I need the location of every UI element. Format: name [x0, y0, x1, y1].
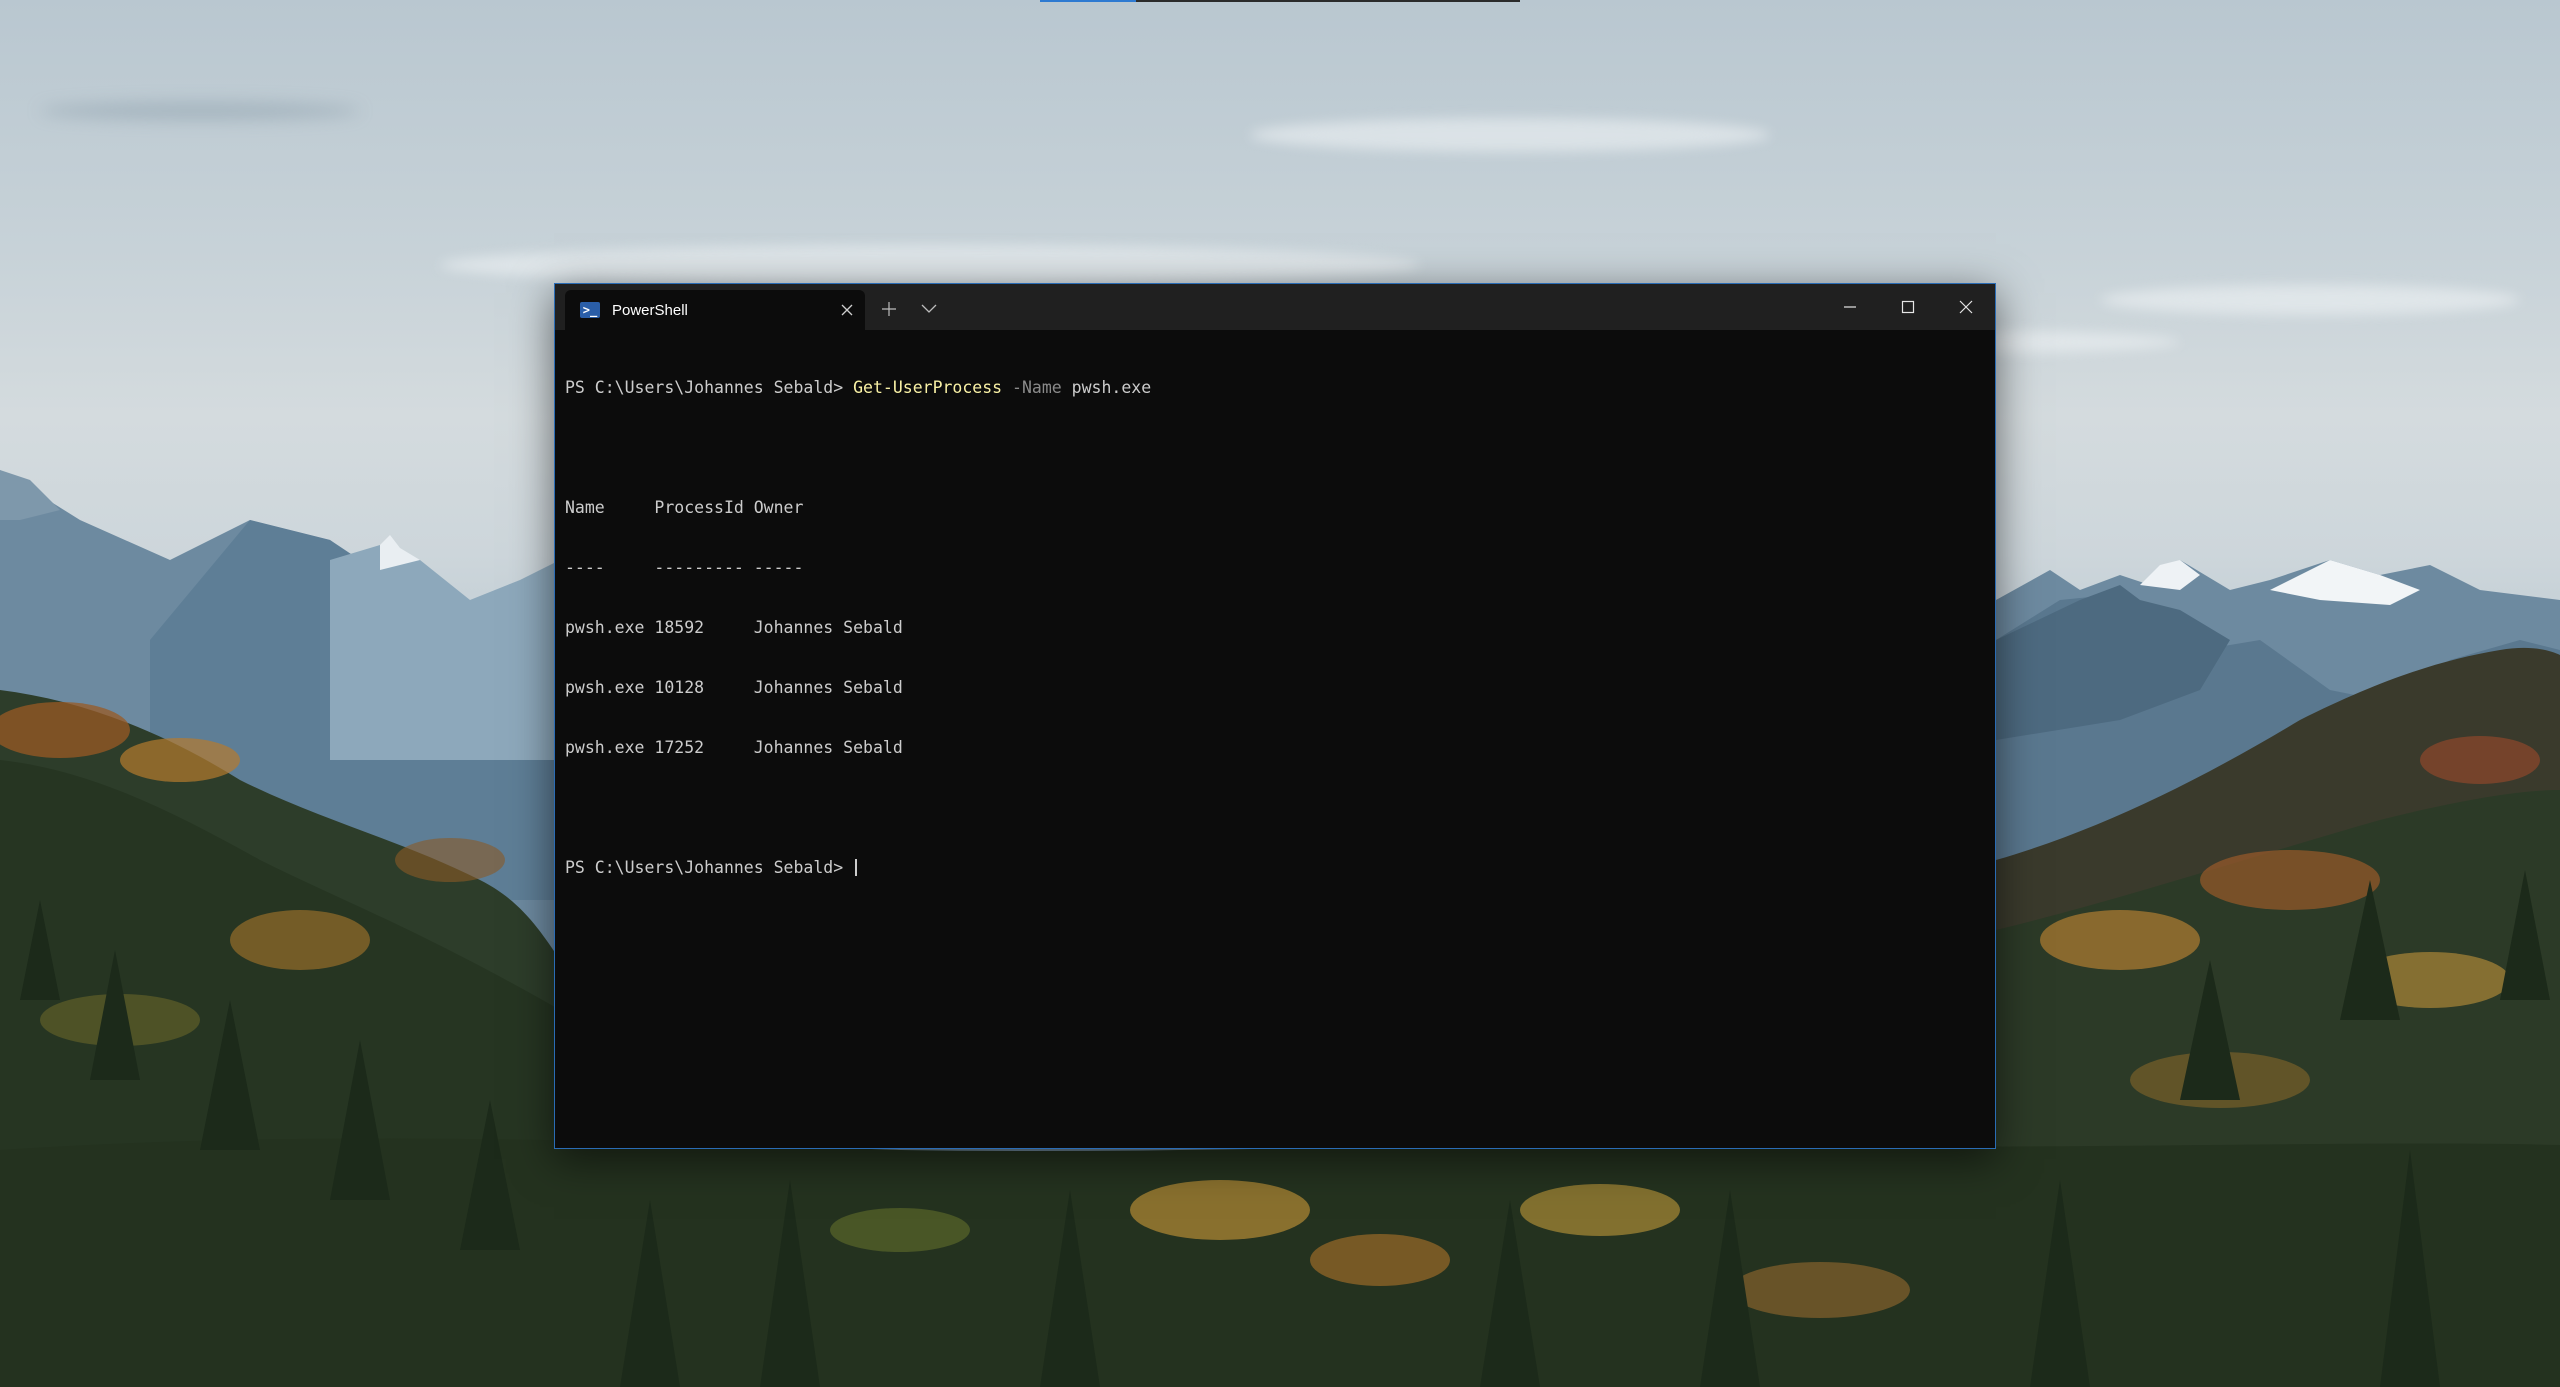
tab-close-button[interactable]: [835, 298, 859, 322]
taskbar-accent: [1040, 0, 1136, 2]
chevron-down-icon: [921, 304, 937, 313]
tab-title: PowerShell: [612, 301, 688, 319]
table-header: Name ProcessId Owner: [565, 498, 804, 517]
powershell-icon: >_: [580, 302, 600, 318]
command-line: PS C:\Users\Johannes Sebald> Get-UserPro…: [565, 378, 1985, 398]
new-tab-button[interactable]: [871, 294, 907, 324]
tab-dropdown-button[interactable]: [911, 294, 947, 324]
close-window-button[interactable]: [1937, 284, 1995, 330]
table-row: pwsh.exe 18592 Johannes Sebald: [565, 618, 903, 637]
prompt: PS C:\Users\Johannes Sebald>: [565, 378, 854, 397]
console-output[interactable]: PS C:\Users\Johannes Sebald> Get-UserPro…: [565, 338, 1985, 1138]
command-value: pwsh.exe: [1071, 378, 1152, 397]
command-parameter: -Name: [1012, 378, 1062, 397]
close-icon: [1959, 300, 1973, 314]
table-row: pwsh.exe 10128 Johannes Sebald: [565, 678, 903, 697]
minimize-button[interactable]: [1821, 284, 1879, 330]
prompt: PS C:\Users\Johannes Sebald>: [565, 858, 854, 877]
table-row: pwsh.exe 17252 Johannes Sebald: [565, 738, 903, 757]
plus-icon: [882, 302, 896, 316]
table-separator: ---- --------- -----: [565, 558, 804, 577]
current-prompt-line[interactable]: PS C:\Users\Johannes Sebald>: [565, 858, 1985, 878]
command-name: Get-UserProcess: [853, 378, 1003, 397]
text-cursor: [855, 859, 858, 876]
close-icon: [841, 304, 853, 316]
minimize-icon: [1844, 306, 1856, 308]
maximize-icon: [1901, 300, 1915, 314]
terminal-window: >_ PowerShell PS C:\Users\Johannes Sebal…: [554, 283, 1996, 1149]
titlebar: >_ PowerShell: [555, 284, 1995, 330]
tab-powershell[interactable]: >_ PowerShell: [565, 290, 865, 330]
maximize-button[interactable]: [1879, 284, 1937, 330]
